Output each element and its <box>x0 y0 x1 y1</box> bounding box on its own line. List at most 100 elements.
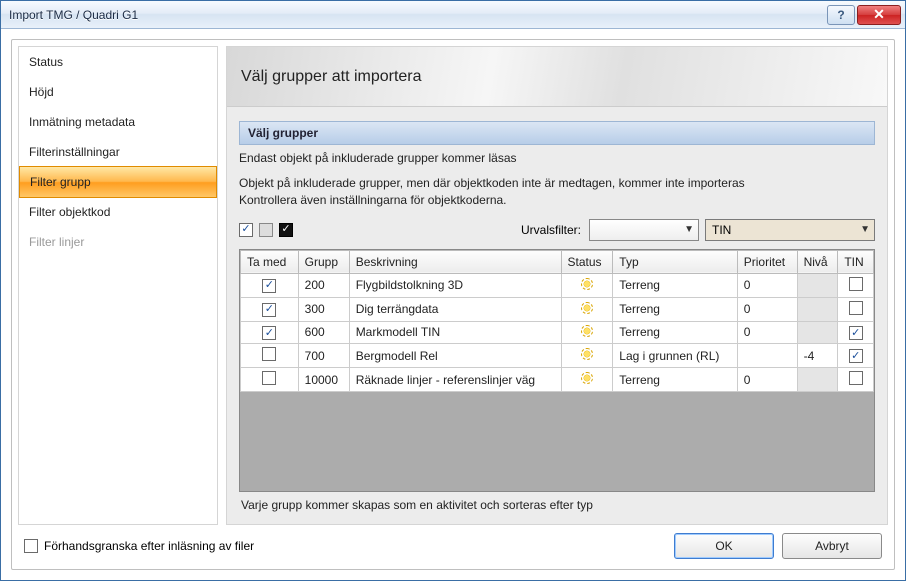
cell-prioritet[interactable]: 0 <box>737 297 797 321</box>
sidebar-item-3[interactable]: Filterinställningar <box>19 137 217 167</box>
preview-checkbox-label: Förhandsgranska efter inläsning av filer <box>44 539 254 553</box>
cell-typ[interactable]: Terreng <box>613 321 737 344</box>
tamed-checkbox[interactable]: ✓ <box>262 303 276 317</box>
group-grid: Ta med Grupp Beskrivning Status Typ Prio… <box>239 249 875 492</box>
cell-niva[interactable] <box>797 273 838 297</box>
cell-status <box>561 368 613 392</box>
table-row[interactable]: 700Bergmodell Rel Lag i grunnen (RL) -4 ✓ <box>241 344 874 368</box>
col-grupp[interactable]: Grupp <box>298 250 349 273</box>
chevron-down-icon: ▼ <box>860 224 870 235</box>
grid-footer-hint: Varje grupp kommer skapas som en aktivit… <box>241 498 873 512</box>
cell-grupp[interactable]: 300 <box>298 297 349 321</box>
cell-niva[interactable] <box>797 321 838 344</box>
sidebar: StatusHöjdInmätning metadataFilterinstäl… <box>18 46 218 525</box>
tamed-checkbox[interactable]: ✓ <box>262 326 276 340</box>
col-typ[interactable]: Typ <box>613 250 737 273</box>
cell-beskrivning[interactable]: Bergmodell Rel <box>349 344 561 368</box>
sidebar-item-1[interactable]: Höjd <box>19 77 217 107</box>
cell-prioritet[interactable]: 0 <box>737 321 797 344</box>
filter-label: Urvalsfilter: <box>521 223 581 237</box>
cell-typ[interactable]: Terreng <box>613 368 737 392</box>
cell-prioritet[interactable] <box>737 344 797 368</box>
cell-typ[interactable]: Terreng <box>613 297 737 321</box>
filter-combo-2[interactable]: TIN ▼ <box>705 219 875 241</box>
section-title: Välj grupper <box>239 121 875 145</box>
preview-checkbox[interactable]: Förhandsgranska efter inläsning av filer <box>24 539 254 553</box>
cell-prioritet[interactable]: 0 <box>737 273 797 297</box>
cell-status <box>561 344 613 368</box>
col-tin[interactable]: TIN <box>838 250 874 273</box>
cell-tamed[interactable]: ✓ <box>241 273 299 297</box>
ok-button[interactable]: OK <box>674 533 774 559</box>
content-heading: Välj grupper att importera <box>227 47 887 107</box>
select-partial-checkbox[interactable] <box>259 223 273 237</box>
cell-beskrivning[interactable]: Räknade linjer - referenslinjer väg <box>349 368 561 392</box>
cell-beskrivning[interactable]: Dig terrängdata <box>349 297 561 321</box>
cell-status <box>561 321 613 344</box>
close-icon: ✕ <box>873 6 885 23</box>
cell-grupp[interactable]: 600 <box>298 321 349 344</box>
col-prioritet[interactable]: Prioritet <box>737 250 797 273</box>
content-panel: Välj grupper att importera Välj grupper … <box>226 46 888 525</box>
hint-text-2: Objekt på inkluderade grupper, men där o… <box>239 175 875 209</box>
sidebar-item-2[interactable]: Inmätning metadata <box>19 107 217 137</box>
tin-checkbox[interactable]: ✓ <box>849 326 863 340</box>
tamed-checkbox[interactable] <box>262 347 276 361</box>
table-row[interactable]: 10000Räknade linjer - referenslinjer väg… <box>241 368 874 392</box>
cell-niva[interactable]: -4 <box>797 344 838 368</box>
cell-status <box>561 273 613 297</box>
col-tamed[interactable]: Ta med <box>241 250 299 273</box>
titlebar: Import TMG / Quadri G1 ? ✕ <box>1 1 905 29</box>
col-beskrivning[interactable]: Beskrivning <box>349 250 561 273</box>
sidebar-item-4[interactable]: Filter grupp <box>19 166 217 198</box>
table-row[interactable]: ✓ 300Dig terrängdata Terreng0 <box>241 297 874 321</box>
help-button[interactable]: ? <box>827 5 855 25</box>
cell-tin[interactable]: ✓ <box>838 344 874 368</box>
cell-status <box>561 297 613 321</box>
cell-tamed[interactable]: ✓ <box>241 297 299 321</box>
cell-tamed[interactable] <box>241 368 299 392</box>
select-none-checkbox[interactable]: ✓ <box>279 223 293 237</box>
cell-tin[interactable] <box>838 297 874 321</box>
tin-checkbox[interactable]: ✓ <box>849 349 863 363</box>
col-status[interactable]: Status <box>561 250 613 273</box>
tamed-checkbox[interactable]: ✓ <box>262 279 276 293</box>
cell-grupp[interactable]: 200 <box>298 273 349 297</box>
cell-tin[interactable]: ✓ <box>838 321 874 344</box>
cell-typ[interactable]: Lag i grunnen (RL) <box>613 344 737 368</box>
table-row[interactable]: ✓ 200Flygbildstolkning 3D Terreng0 <box>241 273 874 297</box>
cell-beskrivning[interactable]: Flygbildstolkning 3D <box>349 273 561 297</box>
sidebar-item-5[interactable]: Filter objektkod <box>19 197 217 227</box>
chevron-down-icon: ▼ <box>684 224 694 235</box>
cell-tin[interactable] <box>838 273 874 297</box>
status-icon <box>581 302 593 314</box>
table-row[interactable]: ✓ 600Markmodell TIN Terreng0 ✓ <box>241 321 874 344</box>
cell-prioritet[interactable]: 0 <box>737 368 797 392</box>
filter-combo-2-value: TIN <box>712 223 731 237</box>
cell-niva[interactable] <box>797 368 838 392</box>
hint-text-1: Endast objekt på inkluderade grupper kom… <box>239 151 875 165</box>
tin-checkbox[interactable] <box>849 371 863 385</box>
cell-grupp[interactable]: 700 <box>298 344 349 368</box>
cell-grupp[interactable]: 10000 <box>298 368 349 392</box>
col-niva[interactable]: Nivå <box>797 250 838 273</box>
window-title: Import TMG / Quadri G1 <box>9 8 138 22</box>
filter-combo-1[interactable]: ▼ <box>589 219 699 241</box>
cell-tin[interactable] <box>838 368 874 392</box>
cancel-button[interactable]: Avbryt <box>782 533 882 559</box>
sidebar-item-0[interactable]: Status <box>19 47 217 77</box>
status-icon <box>581 372 593 384</box>
cell-typ[interactable]: Terreng <box>613 273 737 297</box>
cell-tamed[interactable]: ✓ <box>241 321 299 344</box>
tin-checkbox[interactable] <box>849 277 863 291</box>
select-all-checkbox[interactable]: ✓ <box>239 223 253 237</box>
sidebar-item-6: Filter linjer <box>19 227 217 257</box>
close-button[interactable]: ✕ <box>857 5 901 25</box>
tamed-checkbox[interactable] <box>262 371 276 385</box>
tin-checkbox[interactable] <box>849 301 863 315</box>
status-icon <box>581 325 593 337</box>
status-icon <box>581 278 593 290</box>
cell-beskrivning[interactable]: Markmodell TIN <box>349 321 561 344</box>
cell-niva[interactable] <box>797 297 838 321</box>
cell-tamed[interactable] <box>241 344 299 368</box>
